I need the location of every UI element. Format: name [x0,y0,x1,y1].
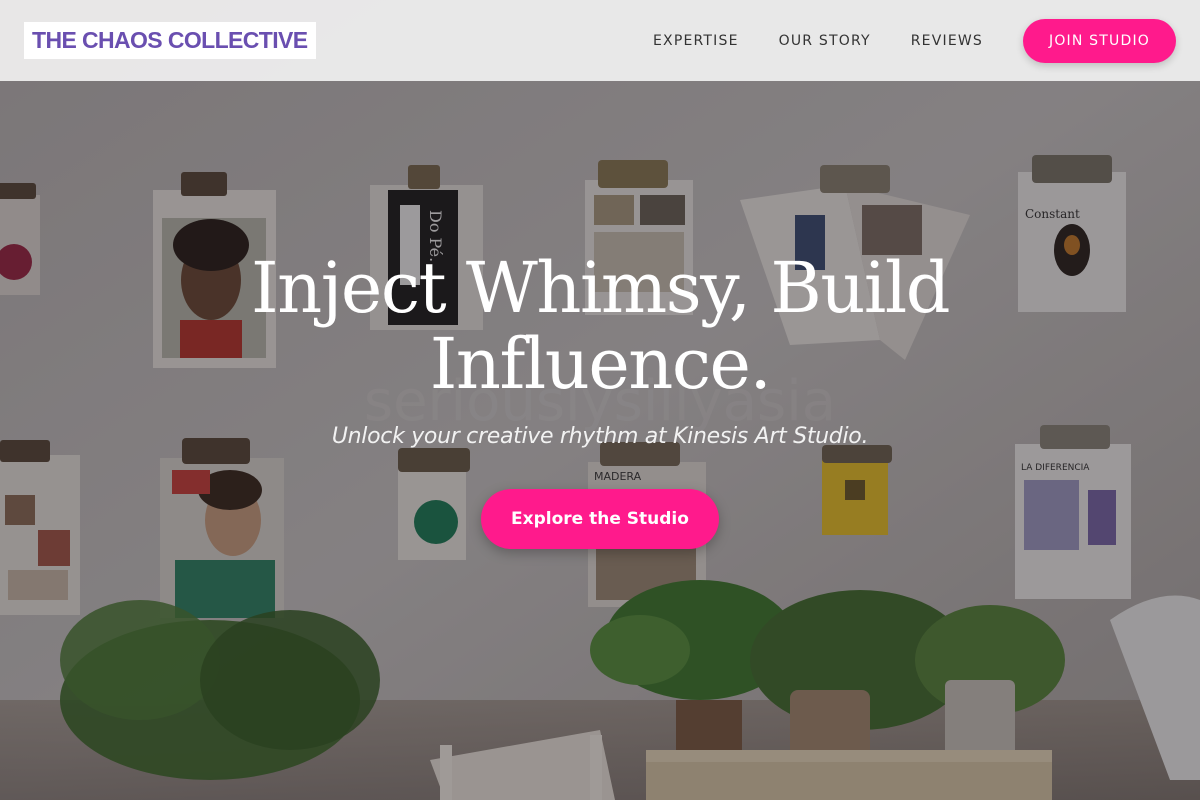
site-header: THE CHAOS COLLECTIVE EXPERTISE OUR STORY… [0,0,1200,81]
hero-subtitle: Unlock your creative rhythm at Kinesis A… [331,424,869,449]
explore-studio-button[interactable]: Explore the Studio [481,489,719,549]
logo[interactable]: THE CHAOS COLLECTIVE [24,22,316,59]
nav-link-expertise[interactable]: EXPERTISE [653,33,739,49]
hero-section: Inject Whimsy, Build Influence. Unlock y… [0,250,1200,549]
logo-text: THE CHAOS COLLECTIVE [32,26,308,53]
main-nav: EXPERTISE OUR STORY REVIEWS JOIN STUDIO [653,18,1176,63]
join-studio-button[interactable]: JOIN STUDIO [1023,18,1176,63]
nav-link-our-story[interactable]: OUR STORY [779,33,871,49]
hero-title: Inject Whimsy, Build Influence. [250,247,951,405]
nav-link-reviews[interactable]: REVIEWS [911,33,983,49]
